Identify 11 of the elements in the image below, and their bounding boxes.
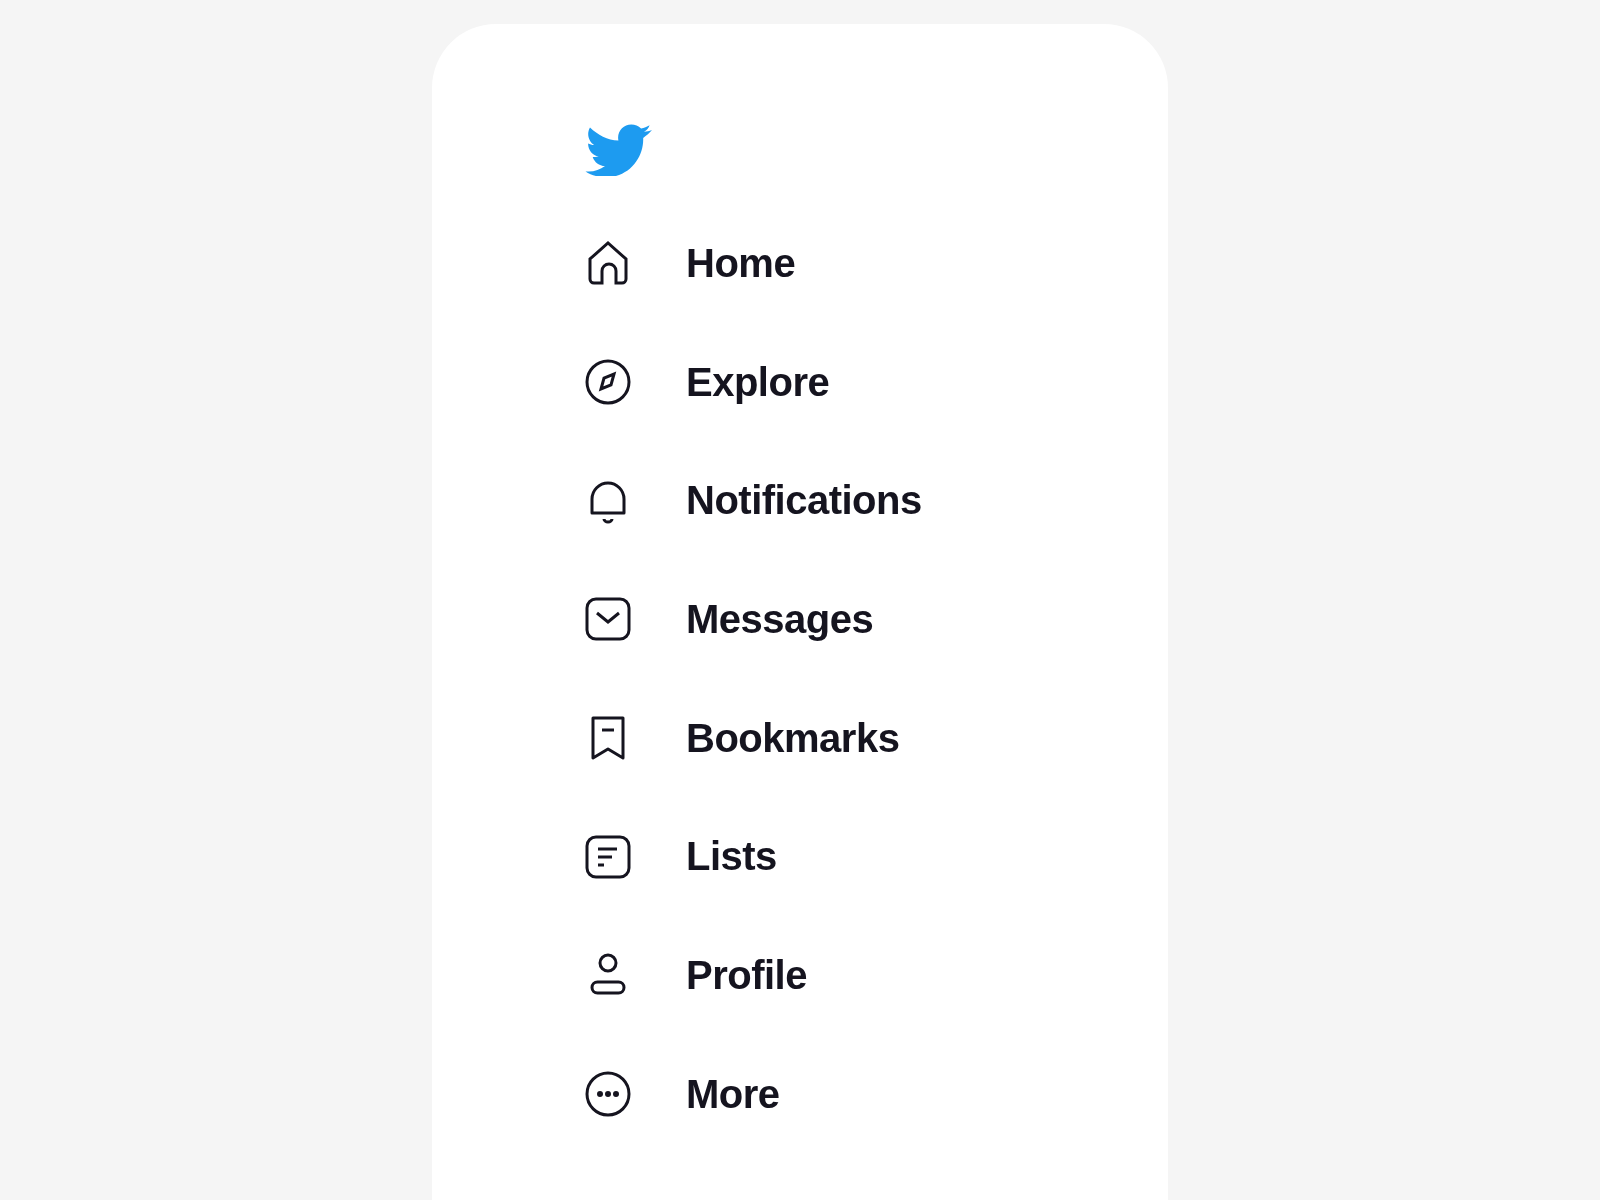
nav-item[interactable]: More	[584, 1034, 780, 1154]
nav-item[interactable]: Explore	[584, 322, 830, 442]
nav-item[interactable]: Bookmarks	[584, 678, 900, 798]
nav-item[interactable]: Profile	[584, 916, 807, 1035]
compass-icon	[584, 358, 632, 407]
nav-item[interactable]: Lists	[584, 797, 777, 917]
more-icon	[584, 1070, 632, 1119]
envelope-icon	[584, 595, 632, 644]
nav-item[interactable]: Messages	[584, 560, 874, 679]
nav-item[interactable]: Home	[584, 204, 796, 323]
nav-item[interactable]: Notifications	[584, 441, 922, 561]
